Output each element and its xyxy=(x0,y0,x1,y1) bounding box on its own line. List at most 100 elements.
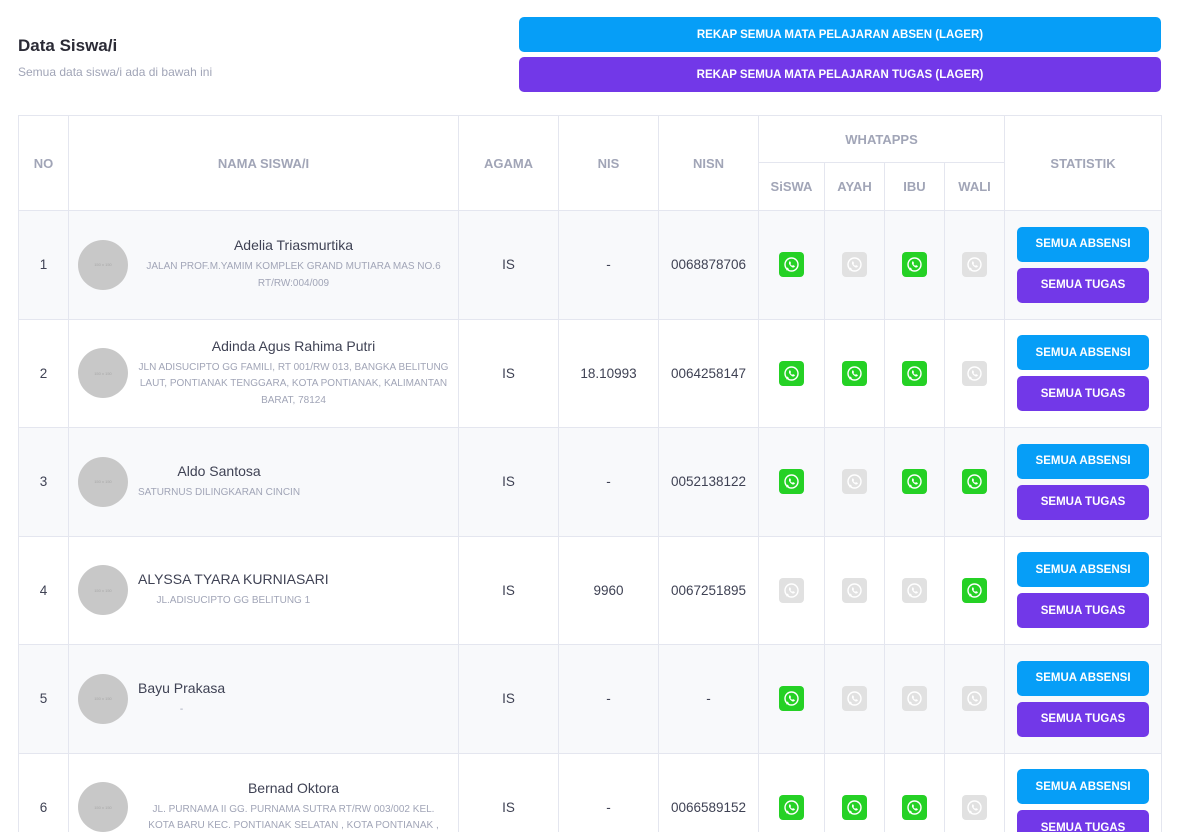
avatar: 150 x 150 xyxy=(78,239,128,290)
whatsapp-ibu-icon[interactable] xyxy=(902,360,927,386)
whatsapp-glyph xyxy=(784,800,799,815)
avatar: 150 x 150 xyxy=(78,565,128,616)
page-title: Data Siswa/i xyxy=(18,36,118,55)
col-header-nisn: NISN xyxy=(658,115,759,211)
whatsapp-glyph xyxy=(784,474,799,489)
whatsapp-glyph xyxy=(847,691,862,706)
table-row: 6 150 x 150 Bernad Oktora JL. PURNAMA II… xyxy=(18,752,1163,832)
row-agama: IS xyxy=(458,210,559,320)
semua-absensi-button[interactable]: SEMUA ABSENSI xyxy=(1017,769,1150,805)
row-no: 2 xyxy=(18,318,69,428)
col-header-wali: WALI xyxy=(943,162,1006,211)
wa-cell-wali xyxy=(943,644,1006,754)
wa-cell-ayah xyxy=(824,210,885,320)
whatsapp-glyph xyxy=(967,474,982,489)
wa-cell-ayah xyxy=(824,644,885,754)
semua-tugas-button[interactable]: SEMUA TUGAS xyxy=(1017,267,1150,303)
whatsapp-glyph xyxy=(847,366,862,381)
semua-tugas-button[interactable]: SEMUA TUGAS xyxy=(1017,593,1150,629)
whatsapp-siswa-icon[interactable] xyxy=(779,360,804,386)
semua-tugas-button[interactable]: SEMUA TUGAS xyxy=(1017,810,1150,832)
semua-absensi-button[interactable]: SEMUA ABSENSI xyxy=(1017,660,1150,696)
avatar: 150 x 150 xyxy=(78,782,128,832)
whatsapp-glyph xyxy=(967,257,982,272)
row-nisn: 0052138122 xyxy=(658,427,759,537)
wa-cell-wali xyxy=(943,535,1006,645)
row-nis: - xyxy=(558,210,659,320)
student-address: - xyxy=(179,703,184,715)
student-name: Adelia Triasmurtika xyxy=(233,237,354,254)
whatsapp-glyph xyxy=(967,583,982,598)
whatsapp-siswa-icon[interactable] xyxy=(779,469,804,495)
wa-cell-ibu xyxy=(884,210,945,320)
row-agama: IS xyxy=(458,318,559,428)
row-nis: - xyxy=(558,752,659,832)
col-header-ayah: AYAH xyxy=(824,162,885,211)
page-header: Data Siswa/i Semua data siswa/i ada di b… xyxy=(18,36,212,79)
col-header-statistik: STATISTIK xyxy=(1004,115,1163,211)
wa-cell-ayah xyxy=(824,318,885,428)
semua-absensi-button[interactable]: SEMUA ABSENSI xyxy=(1017,443,1150,479)
wa-cell-ibu xyxy=(884,644,945,754)
row-nis: - xyxy=(558,644,659,754)
whatsapp-glyph xyxy=(847,800,862,815)
whatsapp-ibu-icon[interactable] xyxy=(902,252,927,278)
whatsapp-glyph xyxy=(784,691,799,706)
rekap-absen-button[interactable]: REKAP SEMUA MATA PELAJARAN ABSEN (LAGER) xyxy=(519,17,1161,52)
whatsapp-ibu-icon[interactable] xyxy=(902,794,927,820)
semua-tugas-button[interactable]: SEMUA TUGAS xyxy=(1017,484,1150,520)
student-cell: 150 x 150 ALYSSA TYARA KURNIASARI JL.ADI… xyxy=(68,535,459,645)
wa-cell-ibu xyxy=(884,427,945,537)
col-header-nis: NIS xyxy=(558,115,659,211)
whatsapp-siswa-icon[interactable] xyxy=(779,794,804,820)
wa-cell-ayah xyxy=(824,427,885,537)
student-cell: 150 x 150 Bernad Oktora JL. PURNAMA II G… xyxy=(68,752,459,832)
avatar-placeholder-text: 150 x 150 xyxy=(94,696,112,702)
whatsapp-glyph xyxy=(784,257,799,272)
whatsapp-glyph xyxy=(967,691,982,706)
wa-cell-siswa xyxy=(758,535,825,645)
student-cell: 150 x 150 Adelia Triasmurtika JALAN PROF… xyxy=(68,210,459,320)
whatsapp-glyph xyxy=(847,257,862,272)
whatsapp-wali-icon xyxy=(962,252,988,278)
statistik-cell: SEMUA ABSENSI SEMUA TUGAS xyxy=(1004,752,1163,832)
whatsapp-ayah-icon xyxy=(842,577,867,603)
student-address: SATURNUS DILINGKARAN CINCIN xyxy=(138,486,301,498)
semua-absensi-button[interactable]: SEMUA ABSENSI xyxy=(1017,226,1150,262)
row-agama: IS xyxy=(458,644,559,754)
whatsapp-glyph xyxy=(967,366,982,381)
row-no: 5 xyxy=(18,644,69,754)
statistik-cell: SEMUA ABSENSI SEMUA TUGAS xyxy=(1004,535,1163,645)
semua-absensi-button[interactable]: SEMUA ABSENSI xyxy=(1017,552,1150,588)
student-name: Adinda Agus Rahima Putri xyxy=(211,337,376,354)
whatsapp-ayah-icon[interactable] xyxy=(842,360,867,386)
row-nisn: 0064258147 xyxy=(658,318,759,428)
rekap-tugas-button[interactable]: REKAP SEMUA MATA PELAJARAN TUGAS (LAGER) xyxy=(519,57,1161,92)
whatsapp-wali-icon[interactable] xyxy=(962,577,988,603)
student-address: JALAN PROF.M.YAMIM KOMPLEK GRAND MUTIARA… xyxy=(146,261,441,289)
whatsapp-glyph xyxy=(907,583,922,598)
semua-absensi-button[interactable]: SEMUA ABSENSI xyxy=(1017,335,1150,371)
whatsapp-ayah-icon xyxy=(842,686,867,712)
semua-tugas-button[interactable]: SEMUA TUGAS xyxy=(1017,701,1150,737)
student-cell: 150 x 150 Bayu Prakasa - xyxy=(68,644,459,754)
avatar-placeholder-text: 150 x 150 xyxy=(94,262,112,268)
whatsapp-ayah-icon[interactable] xyxy=(842,794,867,820)
student-address: JL. PURNAMA II GG. PURNAMA SUTRA RT/RW 0… xyxy=(148,803,439,832)
whatsapp-wali-icon[interactable] xyxy=(962,469,988,495)
whatsapp-ayah-icon xyxy=(842,469,867,495)
row-nis: - xyxy=(558,427,659,537)
table-row: 2 150 x 150 Adinda Agus Rahima Putri JLN… xyxy=(18,318,1163,428)
table-header: NO NAMA SISWA/I AGAMA NIS NISN WHATAPPS … xyxy=(18,115,1163,211)
whatsapp-siswa-icon[interactable] xyxy=(779,252,804,278)
row-nisn: 0068878706 xyxy=(658,210,759,320)
statistik-cell: SEMUA ABSENSI SEMUA TUGAS xyxy=(1004,427,1163,537)
row-nis: 18.10993 xyxy=(558,318,659,428)
student-name: Aldo Santosa xyxy=(177,462,261,479)
semua-tugas-button[interactable]: SEMUA TUGAS xyxy=(1017,376,1150,412)
whatsapp-ibu-icon[interactable] xyxy=(902,469,927,495)
whatsapp-siswa-icon[interactable] xyxy=(779,686,804,712)
row-no: 6 xyxy=(18,752,69,832)
col-header-agama: AGAMA xyxy=(458,115,559,211)
wa-cell-siswa xyxy=(758,318,825,428)
